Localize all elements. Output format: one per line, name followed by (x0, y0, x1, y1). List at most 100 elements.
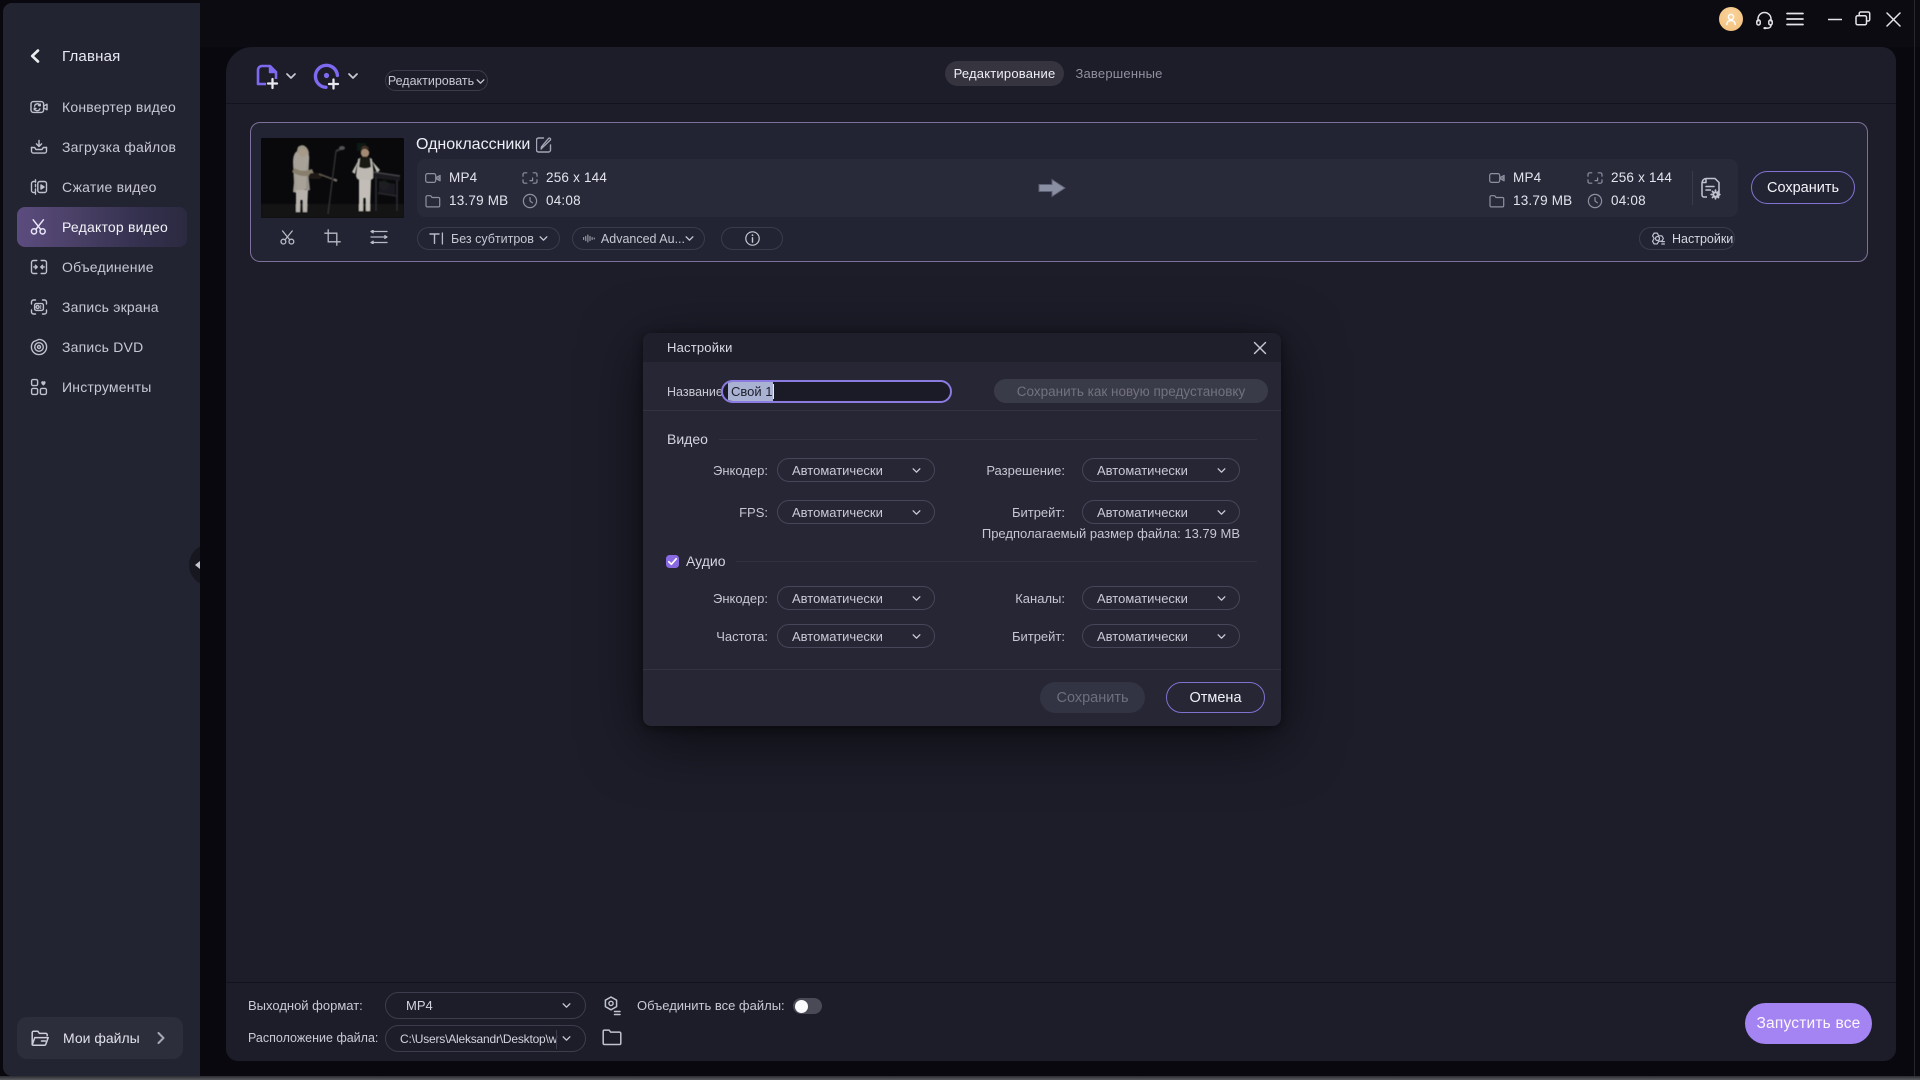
location-value: C:\Users\Aleksandr\Desktop\w (400, 1032, 560, 1046)
restore-icon[interactable] (1851, 7, 1875, 31)
subtitles-dropdown[interactable]: Без субтитров (417, 227, 560, 250)
rename-icon[interactable] (536, 136, 553, 153)
resolution-icon (1587, 170, 1603, 186)
person-icon (1724, 12, 1738, 26)
merge-toggle[interactable] (793, 998, 822, 1014)
video-compress-icon (30, 178, 48, 196)
sidebar-item-tools[interactable]: Инструменты (3, 367, 200, 407)
edit-dropdown-button[interactable]: Редактировать (385, 70, 488, 91)
audio-checkbox[interactable] (666, 555, 679, 568)
chevron-down-icon[interactable] (348, 73, 358, 79)
run-all-button[interactable]: Запустить все (1745, 1003, 1872, 1044)
support-headset-icon[interactable] (1752, 7, 1776, 31)
my-files-label: Мои файлы (63, 1030, 140, 1046)
location-label: Расположение файла: (248, 1031, 378, 1045)
audio-section-line (736, 561, 1257, 562)
file-info-button[interactable] (721, 227, 783, 250)
audio-channels-label: Каналы: (905, 591, 1065, 606)
preset-name-input[interactable]: Свой 1 (721, 380, 952, 403)
cut-tool-icon[interactable] (278, 227, 298, 247)
audio-channels-dropdown[interactable]: Автоматически (1082, 586, 1240, 610)
chevron-down-icon[interactable] (286, 73, 296, 79)
dialog-save-button[interactable]: Сохранить (1040, 682, 1145, 713)
chevron-down-icon (1217, 468, 1226, 473)
video-bitrate-dropdown[interactable]: Автоматически (1082, 500, 1240, 524)
output-format-label: Выходной формат: (248, 998, 363, 1013)
toggle-knob (795, 1000, 808, 1013)
tools-icon (30, 378, 48, 396)
tab-label: Завершенные (1075, 66, 1162, 81)
sidebar-item-video-converter[interactable]: Конвертер видео (3, 87, 200, 127)
file-info-band: MP4 13.79 MB 256 x 144 (417, 159, 1738, 217)
browse-folder-icon[interactable] (602, 1029, 622, 1046)
account-avatar[interactable] (1719, 7, 1743, 31)
dialog-footer-divider (643, 669, 1281, 670)
app-window: Главная Конвертер видео (0, 0, 1920, 1080)
dialog-titlebar: Настройки (643, 333, 1281, 362)
output-format-dropdown[interactable]: MP4 (385, 992, 586, 1019)
add-dvd-button[interactable] (312, 62, 342, 92)
chevron-down-icon (562, 1003, 571, 1008)
sidebar-item-dvd-record[interactable]: Запись DVD (3, 327, 200, 367)
video-resolution-dropdown[interactable]: Автоматически (1082, 458, 1240, 482)
chevron-down-icon (1217, 596, 1226, 601)
audio-bitrate-dropdown[interactable]: Автоматически (1082, 624, 1240, 648)
sidebar-item-file-download[interactable]: Загрузка файлов (3, 127, 200, 167)
sidebar-item-video-compress[interactable]: Сжатие видео (3, 167, 200, 207)
info-icon (745, 231, 760, 246)
chevron-right-icon (157, 1032, 165, 1044)
output-resolution: 256 x 144 (1587, 170, 1672, 186)
clock-icon (522, 193, 538, 209)
location-dropdown[interactable]: C:\Users\Aleksandr\Desktop\w (385, 1025, 586, 1052)
save-preset-button[interactable]: Сохранить как новую предустановку (994, 379, 1268, 403)
sidebar-back-home[interactable]: Главная (3, 39, 200, 73)
menu-icon[interactable] (1783, 7, 1807, 31)
video-section-line (719, 439, 1257, 440)
output-format: MP4 (1489, 170, 1541, 186)
band-divider (1692, 171, 1693, 205)
crop-tool-icon[interactable] (322, 227, 342, 247)
close-icon[interactable] (1881, 7, 1905, 31)
sidebar-item-label: Инструменты (62, 379, 152, 395)
preset-file-icon[interactable] (1699, 176, 1724, 201)
dialog-title: Настройки (667, 340, 733, 355)
audio-track-value: Advanced Au... (601, 232, 685, 246)
video-resolution-label: Разрешение: (905, 463, 1065, 478)
output-duration: 04:08 (1587, 193, 1646, 209)
sidebar-collapse-handle[interactable] (189, 544, 200, 586)
sidebar-item-video-editor[interactable]: Редактор видео (3, 207, 200, 247)
chevron-down-icon (1217, 634, 1226, 639)
tab-finished[interactable]: Завершенные (1071, 61, 1167, 86)
preset-name-label: Название (667, 381, 723, 403)
output-format-value: MP4 (406, 998, 433, 1013)
scissors-icon (30, 218, 48, 236)
card-settings-button[interactable]: Настройки (1639, 227, 1735, 250)
output-size: 13.79 MB (1489, 193, 1572, 209)
video-fps-label: FPS: (643, 505, 768, 520)
sidebar-item-merge[interactable]: Объединение (3, 247, 200, 287)
add-file-button[interactable] (252, 62, 282, 92)
sidebar-item-screen-record[interactable]: Запись экрана (3, 287, 200, 327)
chevron-down-icon (685, 236, 694, 241)
video-bitrate-label: Битрейт: (905, 505, 1065, 520)
merge-label: Объединить все файлы: (637, 998, 785, 1013)
audio-track-dropdown[interactable]: Advanced Au... (572, 227, 705, 250)
video-thumbnail[interactable] (261, 138, 404, 218)
chevron-down-icon (1217, 510, 1226, 515)
audio-section-label: Аудио (686, 553, 726, 569)
tab-editing[interactable]: Редактирование (945, 61, 1064, 86)
video-format-icon (425, 170, 441, 186)
adjust-tool-icon[interactable] (369, 227, 389, 247)
dialog-close-icon[interactable] (1253, 341, 1267, 355)
minimize-icon[interactable] (1823, 7, 1847, 31)
gear-icon (1650, 231, 1665, 246)
save-button[interactable]: Сохранить (1751, 171, 1855, 204)
dialog-cancel-button[interactable]: Отмена (1166, 682, 1265, 713)
file-title: Одноклассники (416, 135, 530, 155)
my-files-button[interactable]: Мои файлы (17, 1017, 183, 1059)
collapse-arrow-icon (195, 561, 200, 569)
estimated-size-text: Предполагаемый размер файла: 13.79 MB (936, 526, 1240, 541)
subtitles-icon (429, 232, 444, 245)
format-settings-icon[interactable] (600, 994, 623, 1017)
selected-text: Свой 1 (728, 382, 773, 401)
